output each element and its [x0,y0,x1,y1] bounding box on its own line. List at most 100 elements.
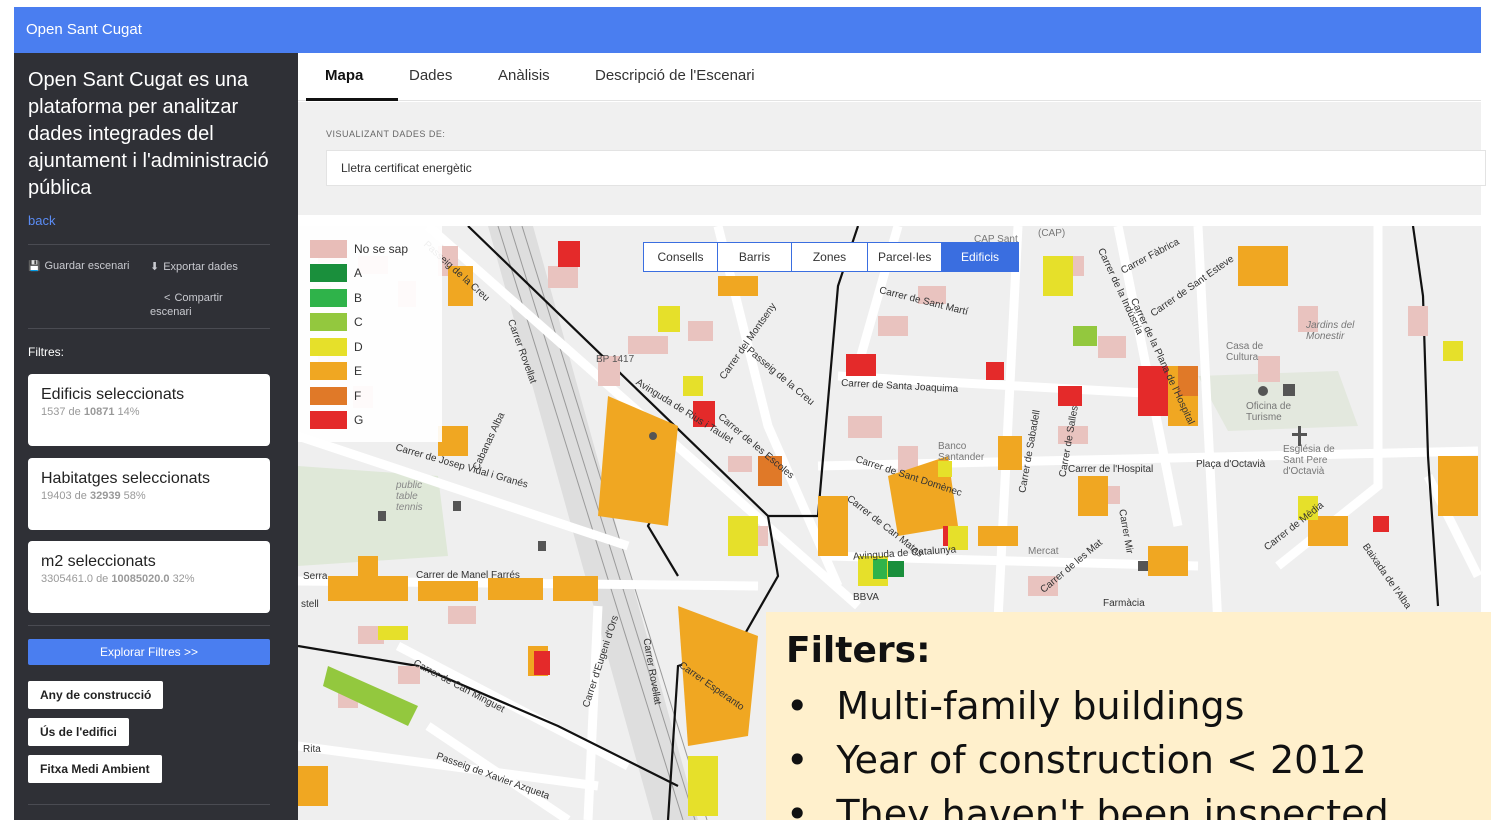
share-label-1: Compartir [174,292,223,304]
legend-swatch [310,264,347,282]
poi-label: Mercat [1028,546,1059,557]
street-label: Serra [303,571,328,582]
save-icon: 💾 [28,260,41,272]
park-label: Jardins del Monestir [1306,320,1355,342]
explore-filters-button[interactable]: Explorar Filtres >> [28,639,270,665]
map-legend: No se sap A B C D E F G [298,226,442,442]
street-label: Carrer de Manel Farrés [416,570,520,581]
back-link[interactable]: back [28,213,55,228]
layer-tab-consells[interactable]: Consells [644,243,718,271]
card-title: Edificis seleccionats [41,386,185,403]
layer-tab-parceles[interactable]: Parcel·les [868,243,942,271]
card-stats: 3305461.0 de 10085020.0 32% [41,573,257,585]
poi-label: Banco Santander [938,441,985,463]
tab-dades[interactable]: Dades [409,67,452,84]
buildings-selected-card: Edificis seleccionats 1537 de 10871 14% [28,374,270,446]
legend-label: B [354,291,363,305]
de-label: de [74,490,87,502]
callout-item: • Year of construction < 2012 [786,738,1367,782]
bullet: • [786,684,809,728]
divider [28,328,270,329]
filter-chip-year[interactable]: Any de construcció [28,681,164,709]
save-scenario-button[interactable]: 💾 Guardar escenari [28,260,129,272]
legend-swatch [310,338,347,356]
poi-label: Casa de Cultura [1226,341,1264,363]
divider [28,625,270,626]
poi-label: (CAP) [1038,228,1066,239]
legend-label: E [354,364,363,378]
legend-swatch [310,313,347,331]
street-label: Farmàcia [1103,598,1145,609]
callout-item: • Multi-family buildings [786,684,1244,728]
legend-item: D [310,338,363,356]
street-label: BBVA [853,592,879,603]
legend-swatch [310,240,347,258]
street-label: Plaça d'Octavià [1196,459,1266,470]
save-scenario-label: Guardar escenari [44,260,130,272]
tab-mapa[interactable]: Mapa [325,67,363,84]
bullet: • [786,792,809,820]
de-label: de [96,573,109,585]
tab-bar: Mapa Dades Anàlisis Descripció de l'Esce… [298,53,1481,101]
export-data-label: Exportar dades [163,260,238,273]
legend-swatch [310,289,347,307]
m2-selected-card: m2 seleccionats 3305461.0 de 10085020.0 … [28,541,270,613]
legend-label: C [354,315,363,329]
legend-swatch [310,362,347,380]
layer-tab-zones[interactable]: Zones [792,243,868,271]
tab-analisis[interactable]: Anàlisis [498,67,550,84]
map-layer-switcher: Consells Barris Zones Parcel·les Edifici… [643,242,1019,272]
legend-item: F [310,387,361,405]
callout-item-text: Year of construction < 2012 [836,738,1367,782]
filters-heading: Filtres: [28,345,64,359]
callout-item-text: They haven't been inspected [836,792,1389,820]
app-title-bar: Open Sant Cugat [14,7,1481,53]
legend-label: G [354,413,364,427]
legend-item: G [310,411,363,429]
legend-swatch [310,411,347,429]
percent: 58% [123,490,146,502]
layer-tab-edificis[interactable]: Edificis [942,243,1018,271]
poi-label: BP 1417 [596,354,635,365]
legend-item: E [310,362,362,380]
legend-label: F [354,389,362,403]
poi-label: Església de Sant Pere d'Octavià [1283,444,1335,477]
callout-title: Filters: [786,630,931,671]
download-icon: ⬇ [150,261,160,273]
poi-label: Oficina de Turisme [1246,401,1292,423]
share-scenario-button[interactable]: < Compartir escenari [150,292,223,318]
legend-swatch [310,387,347,405]
filter-chip-environment[interactable]: Fitxa Medi Ambient [28,755,162,783]
street-label: Rita [303,744,321,755]
app-title[interactable]: Open Sant Cugat [26,21,142,38]
de-label: de [68,406,81,418]
divider [28,244,270,245]
card-stats: 19403 de 32939 58% [41,490,257,502]
export-data-button[interactable]: ⬇ Exportar dades [150,260,238,274]
poi-label: public table tennis [396,480,423,513]
sidebar: Open Sant Cugat es una plataforma per an… [14,53,298,820]
street-label: Carrer de l'Hospital [1068,464,1154,475]
dwellings-selected-card: Habitatges seleccionats 19403 de 32939 5… [28,458,270,530]
legend-item: B [310,289,362,307]
tab-descripcio[interactable]: Descripció de l'Escenari [595,67,755,84]
sidebar-description: Open Sant Cugat es una plataforma per an… [28,69,269,199]
selected-count: 1537 [41,406,66,418]
percent: 14% [117,406,140,418]
percent: 32% [172,573,195,585]
divider [28,804,270,805]
legend-label: D [354,340,363,354]
legend-item: A [310,264,362,282]
share-label-2: escenari [150,306,192,318]
selected-count: 3305461.0 [41,573,93,585]
total-count: 10085020.0 [111,573,170,585]
street-label: stell [301,599,319,610]
top-bar: Open Sant Cugat [0,0,1491,53]
filter-chip-use[interactable]: Ús de l'edifici [28,718,129,746]
share-icon: < [164,292,171,304]
layer-tab-barris[interactable]: Barris [718,243,792,271]
viz-data-select[interactable]: Lletra certificat energètic [326,150,1486,186]
card-stats: 1537 de 10871 14% [41,406,257,418]
legend-item: C [310,313,363,331]
callout-item-text: Multi-family buildings [836,684,1245,728]
